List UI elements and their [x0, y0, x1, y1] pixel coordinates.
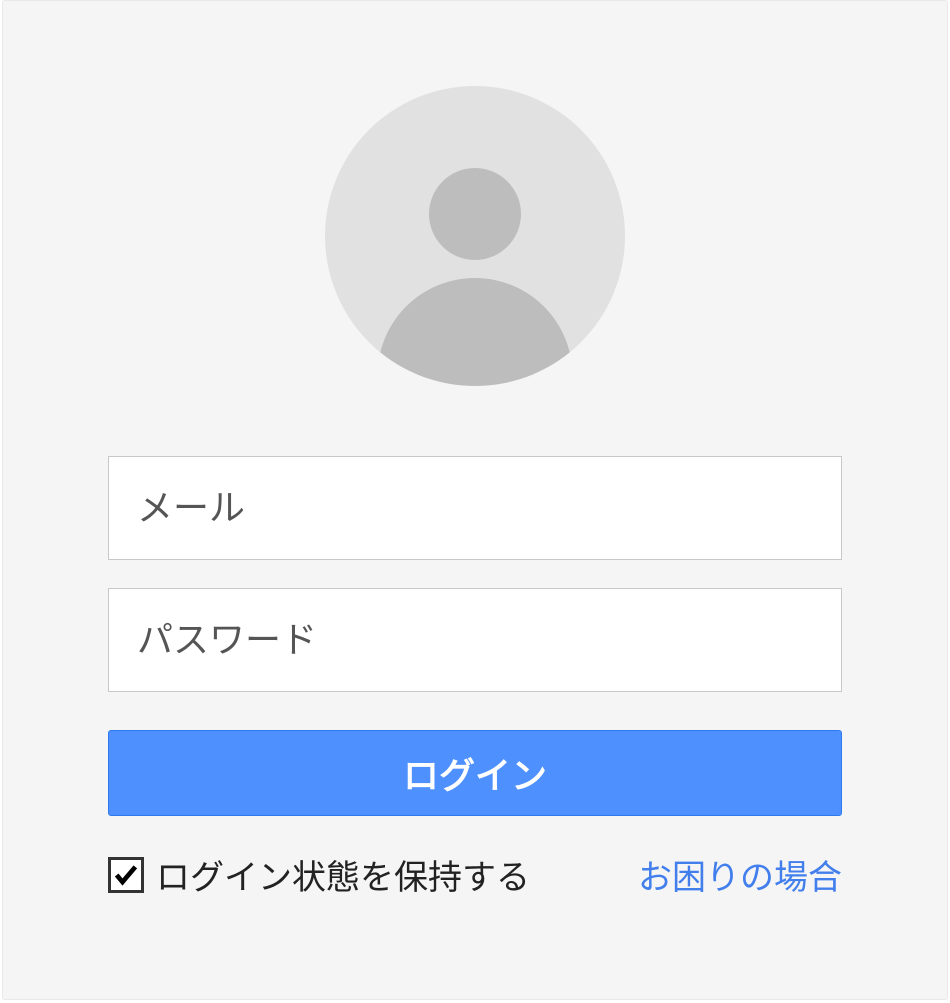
remember-me-checkbox[interactable]: ログイン状態を保持する	[108, 850, 530, 899]
bottom-row: ログイン状態を保持する お困りの場合	[108, 850, 842, 899]
login-card: ログイン ログイン状態を保持する お困りの場合	[2, 0, 948, 1000]
avatar-placeholder	[325, 86, 625, 386]
password-field[interactable]	[108, 588, 842, 692]
remember-me-label: ログイン状態を保持する	[156, 850, 530, 899]
email-field[interactable]	[108, 456, 842, 560]
checkbox-box	[108, 857, 144, 893]
checkmark-icon	[112, 861, 140, 889]
help-link[interactable]: お困りの場合	[638, 850, 842, 899]
login-button[interactable]: ログイン	[108, 730, 842, 816]
